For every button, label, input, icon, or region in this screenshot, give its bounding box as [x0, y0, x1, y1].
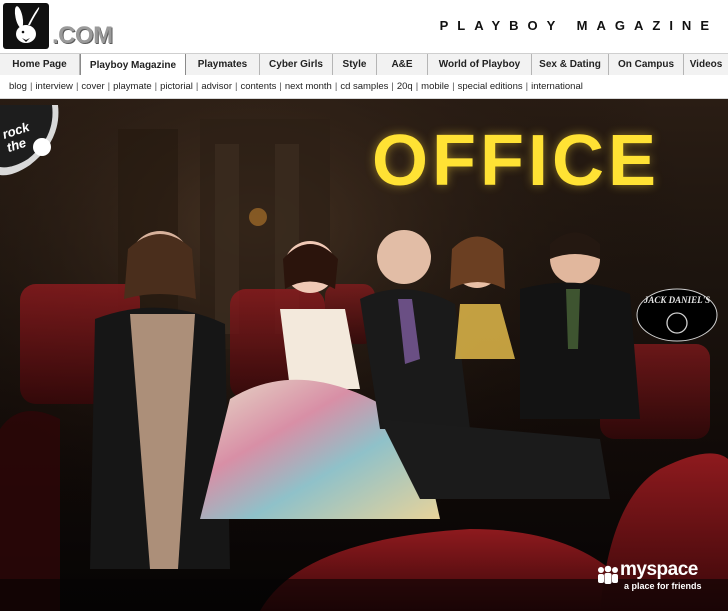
subnav-cd-samples[interactable]: cd samples — [340, 81, 388, 92]
tab-videos[interactable]: Videos — [684, 54, 728, 75]
magazine-subnav: blog | interview | cover | playmate | pictor… — [0, 75, 728, 99]
subnav-contents[interactable]: contents — [240, 81, 276, 92]
separator: | — [29, 81, 33, 92]
subnav-advisor[interactable]: advisor — [201, 81, 232, 92]
separator: | — [75, 81, 79, 92]
band-name-marquee: OFFICE — [372, 121, 660, 201]
separator: | — [154, 81, 158, 92]
subnav-interview[interactable]: interview — [35, 81, 73, 92]
separator: | — [107, 81, 111, 92]
jack-daniels-badge[interactable]: JACK DANIEL'S — [636, 287, 718, 348]
subnav-pictorial[interactable]: pictorial — [160, 81, 193, 92]
separator: | — [525, 81, 529, 92]
main-nav-tabs: Home Page Playboy Magazine Playmates Cyb… — [0, 53, 728, 76]
subnav-cover[interactable]: cover — [81, 81, 104, 92]
subnav-playmate[interactable]: playmate — [113, 81, 152, 92]
subnav-next-month[interactable]: next month — [285, 81, 332, 92]
subnav-mobile[interactable]: mobile — [421, 81, 449, 92]
tab-a-and-e[interactable]: A&E — [377, 54, 428, 75]
subnav-20q[interactable]: 20q — [397, 81, 413, 92]
hero-banner[interactable]: rock the OFFICE JACK DANIEL'S myspace a … — [0, 99, 728, 611]
separator: | — [279, 81, 282, 92]
myspace-tagline: a place for friends — [624, 581, 702, 591]
separator: | — [234, 81, 238, 92]
playboy-bunny-logo-icon[interactable] — [3, 3, 49, 49]
separator: | — [334, 81, 338, 92]
tab-world-of-playboy[interactable]: World of Playboy — [428, 54, 532, 75]
myspace-logo[interactable]: myspace a place for friends — [596, 559, 716, 599]
tab-playboy-magazine[interactable]: Playboy Magazine — [80, 54, 186, 76]
rock-the-badge[interactable]: rock the — [0, 105, 62, 182]
subnav-blog[interactable]: blog — [9, 81, 27, 92]
myspace-people-icon — [598, 565, 618, 584]
separator: | — [452, 81, 455, 92]
tab-style[interactable]: Style — [333, 54, 377, 75]
subnav-international[interactable]: international — [531, 81, 583, 92]
separator: | — [415, 81, 419, 92]
tab-home-page[interactable]: Home Page — [0, 54, 80, 75]
separator: | — [195, 81, 199, 92]
subnav-special-editions[interactable]: special editions — [458, 81, 523, 92]
site-header: .COM PLAYBOY MAGAZINE — [0, 0, 728, 53]
separator: | — [391, 81, 394, 92]
tab-sex-and-dating[interactable]: Sex & Dating — [532, 54, 609, 75]
jack-daniels-label: JACK DANIEL'S — [643, 295, 711, 305]
tab-on-campus[interactable]: On Campus — [609, 54, 684, 75]
site-title: PLAYBOY MAGAZINE — [439, 18, 718, 33]
myspace-wordmark: myspace — [620, 559, 698, 580]
logo-com-text[interactable]: .COM — [52, 24, 113, 48]
tab-cyber-girls[interactable]: Cyber Girls — [260, 54, 333, 75]
tab-playmates[interactable]: Playmates — [186, 54, 260, 75]
